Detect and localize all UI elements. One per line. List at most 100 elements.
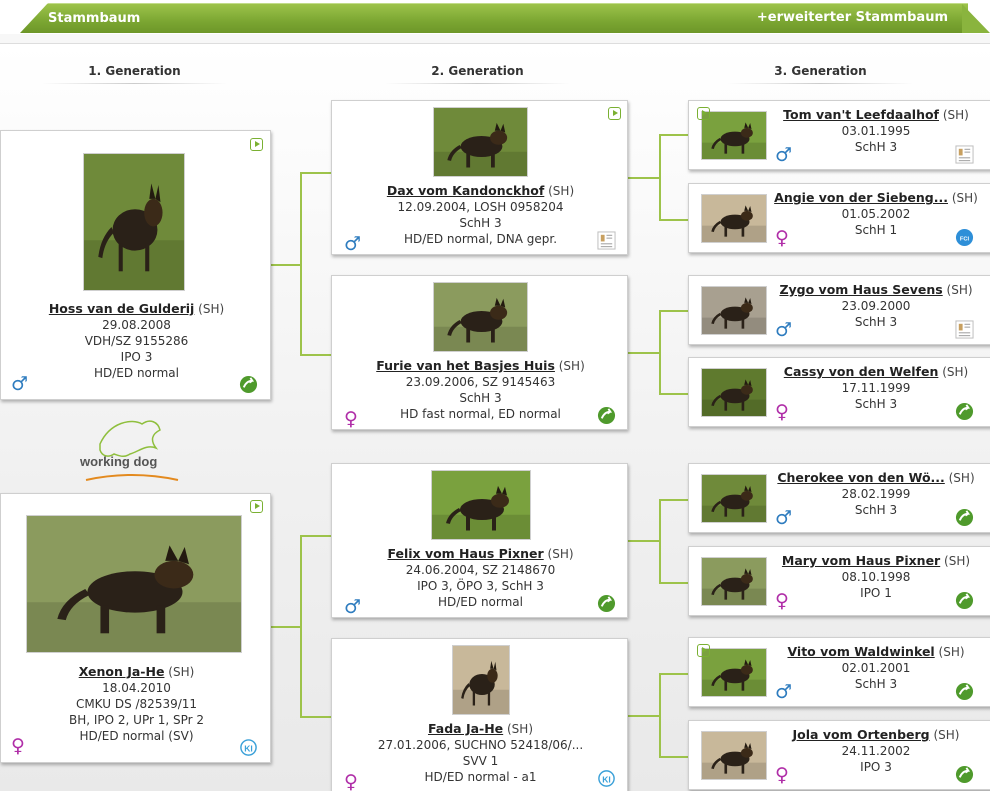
dog-breed: (SH)	[942, 365, 969, 379]
arrow-badge-icon[interactable]	[955, 591, 974, 610]
dog-photo[interactable]	[451, 645, 510, 715]
dog-info: Zygo vom Haus Sevens (SH) 23.09.2000 SchH …	[771, 282, 981, 330]
arrow-badge-icon[interactable]	[239, 375, 258, 394]
connector-line	[659, 310, 689, 312]
connector-line	[659, 756, 689, 758]
dog-photo[interactable]	[433, 107, 528, 177]
dog-photo[interactable]	[701, 194, 767, 243]
connector-line	[659, 310, 661, 393]
dog-card: Xenon Ja-He (SH) 18.04.2010 CMKU DS /82539…	[0, 493, 271, 763]
dog-breed: (SH)	[507, 722, 534, 736]
video-play-icon[interactable]	[250, 138, 263, 151]
dog-photo[interactable]	[26, 515, 242, 653]
dog-photo[interactable]	[430, 470, 531, 540]
dog-detail: 18.04.2010	[102, 681, 171, 695]
dog-card: Vito vom Waldwinkel (SH) 02.01.2001 SchH 3…	[688, 637, 990, 707]
doc-badge-icon[interactable]	[597, 231, 616, 250]
dog-photo[interactable]	[701, 731, 767, 780]
male-icon: ♂	[775, 681, 793, 703]
video-play-icon[interactable]	[697, 644, 710, 657]
generation-2-heading: 2. Generation	[385, 64, 570, 84]
dog-photo[interactable]	[83, 153, 185, 291]
dog-name-line: Xenon Ja-He (SH)	[1, 664, 272, 680]
stammbaum-title: Stammbaum	[48, 11, 141, 26]
dog-detail: SVV 1	[462, 754, 499, 768]
dog-name-link[interactable]: Dax vom Kandonckhof	[387, 183, 544, 198]
connector-line	[270, 264, 302, 266]
video-play-icon[interactable]	[250, 500, 263, 513]
logo-text: working dog	[80, 454, 157, 469]
extended-pedigree-link[interactable]: +erweiterter Stammbaum	[757, 10, 948, 25]
dog-info: Fada Ja-He (SH) 27.01.2006, SUCHNO 52418/…	[332, 721, 629, 785]
connector-line	[627, 715, 661, 717]
connector-line	[659, 499, 689, 501]
dog-name-link[interactable]: Fada Ja-He	[428, 721, 503, 736]
arrow-badge-icon[interactable]	[955, 765, 974, 784]
video-play-icon[interactable]	[697, 107, 710, 120]
connector-line	[300, 172, 302, 355]
dog-name-link[interactable]: Vito vom Waldwinkel	[787, 644, 934, 659]
dog-name-link[interactable]: Furie van het Basjes Huis	[376, 358, 555, 373]
dog-detail: 01.05.2002	[841, 207, 911, 221]
dog-breed: (SH)	[944, 554, 971, 568]
dog-detail: 02.01.2001	[841, 661, 911, 675]
dog-name-link[interactable]: Cassy von den Welfen	[784, 364, 939, 379]
video-play-icon[interactable]	[608, 107, 621, 120]
dog-card: Cherokee von den Wö... (SH) 28.02.1999 Sch…	[688, 463, 990, 533]
dog-photo[interactable]	[701, 648, 767, 697]
dog-breed: (SH)	[951, 191, 978, 205]
dog-name-link[interactable]: Tom van't Leefdaalhof	[783, 107, 939, 122]
dog-info: Jola vom Ortenberg (SH) 24.11.2002 IPO 3	[771, 727, 981, 775]
dog-photo[interactable]	[701, 111, 767, 160]
fci-badge-icon[interactable]: FCI	[955, 228, 974, 247]
connector-line	[300, 172, 332, 174]
dog-name-line: Cherokee von den Wö... (SH)	[771, 470, 981, 486]
dog-name-line: Furie van het Basjes Huis (SH)	[332, 358, 629, 374]
kk-badge-icon[interactable]: KI	[597, 769, 616, 788]
dog-card: Jola vom Ortenberg (SH) 24.11.2002 IPO 3 ♀	[688, 720, 990, 790]
stammbaum-tab[interactable]: Stammbaum +erweiterter Stammbaum	[20, 3, 968, 33]
arrow-badge-icon[interactable]	[955, 682, 974, 701]
dog-name-link[interactable]: Mary vom Haus Pixner	[782, 553, 940, 568]
dog-name-link[interactable]: Cherokee von den Wö...	[777, 470, 944, 485]
arrow-badge-icon[interactable]	[955, 508, 974, 527]
dog-name-link[interactable]: Angie von der Siebeng...	[774, 190, 948, 205]
dog-name-link[interactable]: Jola vom Ortenberg	[793, 727, 930, 742]
dog-detail: SchH 1	[854, 223, 898, 237]
dog-photo[interactable]	[701, 474, 767, 523]
dog-photo[interactable]	[701, 286, 767, 335]
male-icon: ♂	[344, 233, 362, 255]
dog-card: Dax vom Kandonckhof (SH) 12.09.2004, LOSH…	[331, 100, 628, 255]
dog-detail: SchH 3	[459, 216, 502, 230]
working-dog-logo[interactable]: working dog	[80, 414, 184, 486]
dog-info: Felix vom Haus Pixner (SH) 24.06.2004, SZ…	[332, 546, 629, 610]
dog-photo[interactable]	[701, 368, 767, 417]
doc-badge-icon[interactable]	[955, 320, 974, 339]
dog-detail: 23.09.2000	[841, 299, 911, 313]
dog-detail: VDH/SZ 9155286	[84, 334, 189, 348]
dog-card: Angie von der Siebeng... (SH) 01.05.2002 S…	[688, 183, 990, 253]
arrow-badge-icon[interactable]	[955, 402, 974, 421]
kk-badge-icon[interactable]: KI	[239, 738, 258, 757]
dog-photo[interactable]	[433, 282, 528, 352]
doc-badge-icon[interactable]	[955, 145, 974, 164]
arrow-badge-icon[interactable]	[597, 406, 616, 425]
female-icon: ♀	[775, 227, 789, 249]
male-icon: ♂	[775, 319, 793, 341]
dog-name-link[interactable]: Xenon Ja-He	[79, 664, 165, 679]
dog-detail: HD/ED normal, DNA gepr.	[403, 232, 558, 246]
dog-name-link[interactable]: Felix vom Haus Pixner	[387, 546, 543, 561]
connector-line	[659, 673, 689, 675]
dog-name-line: Dax vom Kandonckhof (SH)	[332, 183, 629, 199]
dog-name-link[interactable]: Zygo vom Haus Sevens	[779, 282, 942, 297]
dog-breed: (SH)	[168, 665, 195, 679]
arrow-badge-icon[interactable]	[597, 594, 616, 613]
dog-detail: IPO 3, ÖPO 3, SchH 3	[417, 579, 544, 593]
dog-detail: SchH 3	[854, 140, 898, 154]
dog-name-link[interactable]: Hoss van de Gulderij	[49, 301, 195, 316]
dog-photo[interactable]	[701, 557, 767, 606]
dog-name-line: Zygo vom Haus Sevens (SH)	[771, 282, 981, 298]
dog-breed: (SH)	[548, 184, 575, 198]
dog-detail: 12.09.2004, LOSH 0958204	[397, 200, 564, 214]
generation-1-heading: 1. Generation	[42, 64, 227, 84]
